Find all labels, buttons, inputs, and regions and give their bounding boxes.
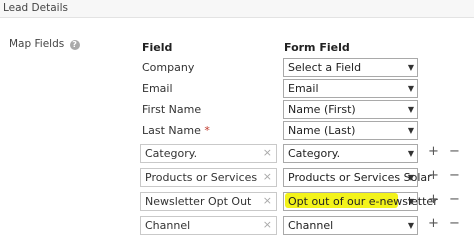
form-field-select-channel[interactable]: Channel ▼	[283, 216, 418, 235]
remove-row-button[interactable]: −	[449, 144, 460, 159]
remove-row-button[interactable]: −	[449, 168, 460, 183]
map-fields-label: Map Fields ?	[9, 38, 80, 50]
section-title: Lead Details	[3, 2, 68, 14]
select-value: Name (Last)	[288, 124, 356, 137]
field-label-email: Email	[142, 82, 173, 95]
form-field-select-newsletter[interactable]: Opt out of our e-newsletter ▼	[283, 192, 438, 211]
form-field-select-email[interactable]: Email ▼	[283, 79, 418, 98]
chevron-down-icon: ▼	[407, 149, 414, 158]
chevron-down-icon: ▼	[407, 105, 414, 114]
chevron-down-icon: ▼	[407, 197, 414, 206]
select-value: Channel	[288, 219, 334, 232]
select-value: Email	[288, 82, 319, 95]
add-row-button[interactable]: +	[428, 216, 439, 231]
chevron-down-icon: ▼	[407, 84, 414, 93]
form-field-select-first-name[interactable]: Name (First) ▼	[283, 100, 418, 119]
custom-field-products: ×	[140, 168, 277, 187]
clear-icon[interactable]: ×	[263, 170, 272, 183]
chevron-down-icon: ▼	[407, 63, 414, 72]
custom-field-input[interactable]	[145, 195, 257, 208]
help-icon[interactable]: ?	[69, 40, 80, 50]
remove-row-button[interactable]: −	[449, 192, 460, 207]
field-column-header: Field	[142, 41, 173, 54]
chevron-down-icon: ▼	[407, 221, 414, 230]
select-value: Name (First)	[288, 103, 356, 116]
clear-icon[interactable]: ×	[263, 194, 272, 207]
custom-field-category: ×	[140, 144, 277, 163]
custom-field-input[interactable]	[145, 219, 257, 232]
select-value: Opt out of our e-newsletter	[288, 195, 438, 208]
field-label-first-name: First Name	[142, 103, 202, 116]
form-field-select-company[interactable]: Select a Field ▼	[283, 58, 418, 77]
form-field-select-category[interactable]: Category. ▼	[283, 144, 418, 163]
field-label-company: Company	[142, 61, 195, 74]
form-field-select-last-name[interactable]: Name (Last) ▼	[283, 121, 418, 140]
custom-field-channel: ×	[140, 216, 277, 235]
add-row-button[interactable]: +	[428, 192, 439, 207]
required-marker: *	[204, 124, 210, 137]
form-field-select-products[interactable]: Products or Services Solar ▼	[283, 168, 432, 187]
chevron-down-icon: ▼	[407, 173, 414, 182]
section-header: Lead Details	[0, 0, 474, 18]
clear-icon[interactable]: ×	[263, 146, 272, 159]
custom-field-input[interactable]	[145, 171, 257, 184]
chevron-down-icon: ▼	[407, 126, 414, 135]
select-value: Category.	[288, 147, 341, 160]
field-label-last-name: Last Name *	[142, 124, 210, 137]
custom-field-newsletter: ×	[140, 192, 277, 211]
last-name-text: Last Name	[142, 124, 201, 137]
form-field-column-header: Form Field	[284, 41, 350, 54]
map-fields-text: Map Fields	[9, 38, 65, 50]
remove-row-button[interactable]: −	[449, 216, 460, 231]
custom-field-input[interactable]	[145, 147, 257, 160]
select-value: Select a Field	[288, 61, 362, 74]
add-row-button[interactable]: +	[428, 144, 439, 159]
clear-icon[interactable]: ×	[263, 218, 272, 231]
add-row-button[interactable]: +	[428, 168, 439, 183]
